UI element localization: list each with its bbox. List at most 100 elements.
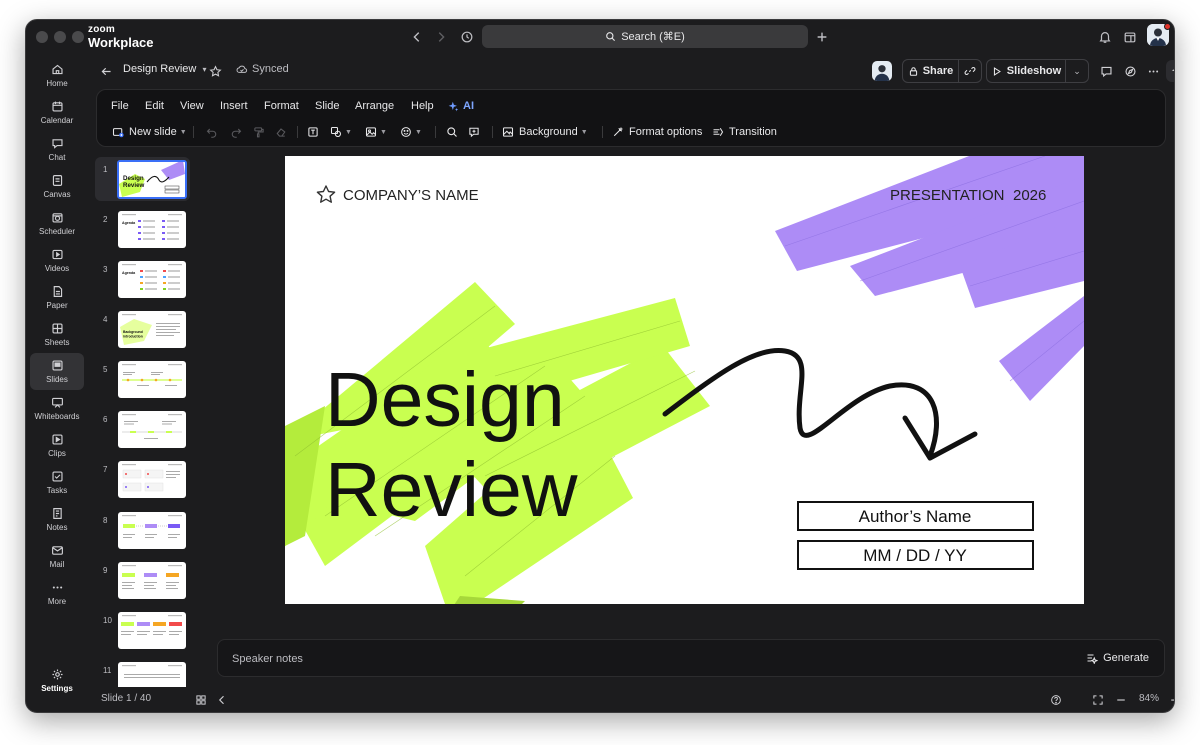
- share-button[interactable]: Share: [902, 59, 959, 83]
- presentation-year[interactable]: 2026: [1013, 187, 1046, 204]
- sidebar-label-more: More: [47, 597, 67, 606]
- sidebar-item-sheets[interactable]: Sheets: [30, 316, 84, 353]
- clear-format-icon[interactable]: [275, 123, 287, 141]
- slide-thumbnail[interactable]: 8: [95, 508, 190, 552]
- slide-thumbnail[interactable]: 2 Agenda: [95, 207, 190, 251]
- sidebar-item-calendar[interactable]: Calendar: [30, 94, 84, 131]
- slide-thumbnail[interactable]: 11: [95, 658, 190, 687]
- slide-title-line-1[interactable]: Design: [325, 357, 565, 443]
- slide-thumbnail[interactable]: 6: [95, 407, 190, 451]
- ai-assistant-button[interactable]: [1166, 60, 1174, 82]
- copy-link-button[interactable]: [958, 59, 982, 83]
- back-nav-icon[interactable]: [407, 27, 427, 47]
- zoom-level[interactable]: 84%: [1139, 693, 1159, 704]
- grid-view-icon[interactable]: [192, 691, 210, 709]
- slide-title-line-2[interactable]: Review: [325, 447, 578, 533]
- slide-thumbnail[interactable]: 1 Design Review: [95, 157, 190, 201]
- slide-number: 4: [103, 315, 108, 324]
- menu-slide[interactable]: Slide: [315, 100, 339, 112]
- sidebar-item-home[interactable]: Home: [30, 57, 84, 94]
- sidebar-label-scheduler: Scheduler: [38, 227, 76, 236]
- find-search-icon[interactable]: [446, 123, 458, 141]
- menu-help[interactable]: Help: [411, 100, 434, 112]
- shapes-button[interactable]: ▼: [330, 123, 352, 141]
- sidebar-item-videos[interactable]: Videos: [30, 242, 84, 279]
- menu-edit[interactable]: Edit: [145, 100, 164, 112]
- menu-view[interactable]: View: [180, 100, 204, 112]
- redo-icon[interactable]: [230, 123, 242, 141]
- compass-icon[interactable]: [1120, 61, 1140, 81]
- sidebar-item-more[interactable]: More: [30, 575, 84, 612]
- collaborator-avatar[interactable]: [871, 59, 893, 83]
- generate-notes-button[interactable]: Generate: [1086, 652, 1149, 664]
- undo-icon[interactable]: [206, 123, 218, 141]
- notification-bell-icon[interactable]: [1095, 27, 1115, 47]
- back-arrow-icon[interactable]: [96, 61, 116, 81]
- paint-format-icon[interactable]: [253, 123, 265, 141]
- slide-thumbnail[interactable]: 4 Background introduction: [95, 307, 190, 351]
- format-options-label: Format options: [629, 126, 703, 138]
- paper-icon: [53, 286, 62, 297]
- sidebar-item-clips[interactable]: Clips: [30, 427, 84, 464]
- menu-format[interactable]: Format: [264, 100, 299, 112]
- text-box-icon[interactable]: [307, 123, 319, 141]
- emoji-button[interactable]: ▼: [400, 123, 422, 141]
- slideshow-button[interactable]: Slideshow: [986, 59, 1066, 83]
- slide-thumbnail[interactable]: 7: [95, 457, 190, 501]
- format-options-button[interactable]: Format options: [612, 123, 702, 141]
- new-tab-plus-icon[interactable]: [812, 27, 832, 47]
- zoom-out-icon[interactable]: [1112, 691, 1130, 709]
- close-window-button[interactable]: [36, 31, 48, 43]
- menu-insert[interactable]: Insert: [220, 100, 248, 112]
- fullscreen-icon[interactable]: [1089, 691, 1107, 709]
- company-name[interactable]: COMPANY’S NAME: [343, 187, 479, 204]
- more-options-icon[interactable]: [1143, 61, 1163, 81]
- search-bar[interactable]: Search (⌘E): [482, 25, 808, 48]
- sidebar-item-paper[interactable]: Paper: [30, 279, 84, 316]
- slideshow-options-button[interactable]: ⌄: [1065, 59, 1089, 83]
- calendar-icon: [51, 101, 63, 112]
- maximize-window-button[interactable]: [72, 31, 84, 43]
- squiggle-arrow-graphic: [662, 347, 978, 461]
- gear-icon: [51, 669, 63, 680]
- image-button[interactable]: ▼: [365, 123, 387, 141]
- sidebar-item-tasks[interactable]: Tasks: [30, 464, 84, 501]
- sidebar-item-settings[interactable]: Settings: [30, 662, 84, 699]
- speaker-notes-field[interactable]: Speaker notes Generate: [217, 639, 1165, 677]
- sidebar-item-chat[interactable]: Chat: [30, 131, 84, 168]
- slide-thumbnail[interactable]: 9: [95, 558, 190, 602]
- star-icon[interactable]: [205, 61, 225, 81]
- sidebar-item-scheduler[interactable]: Scheduler: [30, 205, 84, 242]
- slide-thumbnail[interactable]: 3 Agenda: [95, 257, 190, 301]
- transition-button[interactable]: Transition: [712, 123, 777, 141]
- sidebar-item-canvas[interactable]: Canvas: [30, 168, 84, 205]
- sidebar-label-paper: Paper: [46, 301, 68, 310]
- slide-preview: [118, 662, 186, 687]
- add-comment-icon[interactable]: [468, 123, 480, 141]
- sidebar-item-slides[interactable]: Slides: [30, 353, 84, 390]
- menu-file[interactable]: File: [111, 100, 129, 112]
- sidebar-item-mail[interactable]: Mail: [30, 538, 84, 575]
- presentation-label[interactable]: PRESENTATION: [890, 187, 1004, 204]
- history-icon[interactable]: [457, 27, 477, 47]
- background-button[interactable]: Background ▼: [502, 123, 588, 141]
- slide-canvas[interactable]: COMPANY’S NAME PRESENTATION 2026 Design …: [285, 156, 1084, 604]
- forward-nav-icon[interactable]: [431, 27, 451, 47]
- menu-arrange[interactable]: Arrange: [355, 100, 394, 112]
- help-icon[interactable]: [1047, 691, 1065, 709]
- sidebar-item-notes[interactable]: Notes: [30, 501, 84, 538]
- notes-icon: [52, 508, 62, 519]
- comments-icon[interactable]: [1096, 61, 1116, 81]
- collapse-panel-icon[interactable]: [213, 691, 231, 709]
- sidebar-item-whiteboards[interactable]: Whiteboards: [30, 390, 84, 427]
- calendar-panel-icon[interactable]: [1120, 27, 1140, 47]
- slideshow-label: Slideshow: [1006, 65, 1062, 77]
- document-title[interactable]: Design Review ▾: [123, 63, 206, 75]
- zoom-in-icon[interactable]: [1166, 691, 1174, 709]
- new-slide-button[interactable]: New slide ▼: [112, 123, 187, 141]
- menu-ai[interactable]: AI: [448, 100, 474, 112]
- slide-number: 11: [103, 666, 112, 675]
- slide-thumbnail[interactable]: 10: [95, 608, 190, 652]
- slide-thumbnail[interactable]: 5: [95, 357, 190, 401]
- minimize-window-button[interactable]: [54, 31, 66, 43]
